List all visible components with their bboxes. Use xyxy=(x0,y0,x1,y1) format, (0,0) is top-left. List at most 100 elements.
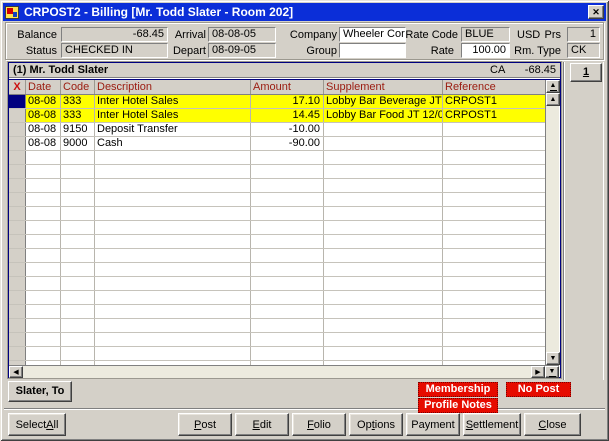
vertical-scroll-track[interactable] xyxy=(546,106,559,352)
table-row[interactable]: 08-08333Inter Hotel Sales14.45Lobby Bar … xyxy=(9,109,545,123)
title-bar: CRPOST2 - Billing [Mr. Todd Slater - Roo… xyxy=(3,3,606,21)
scroll-left-icon[interactable]: ◀ xyxy=(9,366,23,378)
payment-button[interactable]: Payment xyxy=(406,413,460,436)
rm-type-field[interactable]: CK xyxy=(567,43,600,58)
cell-supplement xyxy=(324,305,443,318)
group-field[interactable] xyxy=(339,43,406,58)
cell-date: 08-08 xyxy=(26,123,61,136)
table-row xyxy=(9,347,545,361)
column-header-x: X xyxy=(9,80,26,94)
table-row[interactable]: 08-089000Cash-90.00 xyxy=(9,137,545,151)
cell-description xyxy=(95,235,251,248)
cell-supplement xyxy=(324,137,443,150)
cell-description xyxy=(95,333,251,346)
horizontal-scroll-track[interactable] xyxy=(23,366,531,378)
company-field[interactable]: Wheeler Corp. xyxy=(339,27,406,42)
cell-date xyxy=(26,291,61,304)
cell-description xyxy=(95,179,251,192)
status-field[interactable]: CHECKED IN xyxy=(61,43,168,58)
scroll-bottom-icon[interactable]: ▼ xyxy=(545,366,559,378)
cell-amount xyxy=(251,221,324,234)
cell-amount: -90.00 xyxy=(251,137,324,150)
no-post-badge[interactable]: No Post xyxy=(506,382,571,397)
cell-date xyxy=(26,263,61,276)
scrollbar-corner: ▼ xyxy=(545,365,559,378)
row-select-cell xyxy=(9,151,26,164)
cell-code xyxy=(61,179,95,192)
table-header-row: X Date Code Description Amount Supplemen… xyxy=(9,80,545,95)
table-body: 08-08333Inter Hotel Sales17.10Lobby Bar … xyxy=(9,95,545,365)
row-select-cell xyxy=(9,277,26,290)
guest-bar: (1) Mr. Todd Slater CA -68.45 xyxy=(9,63,560,78)
cell-description xyxy=(95,249,251,262)
folio-window-1-button[interactable]: 1 xyxy=(570,63,602,82)
table-row xyxy=(9,263,545,277)
row-select-cell xyxy=(9,207,26,220)
settlement-button[interactable]: Settlement xyxy=(463,413,521,436)
prs-field[interactable]: 1 xyxy=(567,27,600,42)
row-select-cell[interactable] xyxy=(9,137,26,150)
row-select-cell[interactable] xyxy=(9,95,26,108)
cell-supplement xyxy=(324,347,443,360)
cell-date: 08-08 xyxy=(26,95,61,108)
cell-amount xyxy=(251,347,324,360)
guest-name: (1) Mr. Todd Slater xyxy=(13,63,108,78)
cell-reference xyxy=(443,277,545,290)
post-button[interactable]: Post xyxy=(178,413,232,436)
scroll-up-icon[interactable]: ▲ xyxy=(546,93,560,106)
folio-button[interactable]: Folio xyxy=(292,413,346,436)
cell-supplement xyxy=(324,151,443,164)
cell-date: 08-08 xyxy=(26,137,61,150)
row-select-cell xyxy=(9,319,26,332)
billing-window: CRPOST2 - Billing [Mr. Todd Slater - Roo… xyxy=(0,0,609,441)
close-icon[interactable]: ✕ xyxy=(588,5,604,19)
cell-description xyxy=(95,305,251,318)
row-select-cell xyxy=(9,221,26,234)
table-row xyxy=(9,291,545,305)
row-select-cell[interactable] xyxy=(9,109,26,122)
column-header-description: Description xyxy=(95,80,251,94)
cell-date xyxy=(26,193,61,206)
table-row[interactable]: 08-08333Inter Hotel Sales17.10Lobby Bar … xyxy=(9,95,545,109)
arrival-field[interactable]: 08-08-05 xyxy=(208,27,276,42)
cell-supplement xyxy=(324,207,443,220)
cell-code xyxy=(61,305,95,318)
balance-field[interactable]: -68.45 xyxy=(61,27,168,42)
profile-notes-badge[interactable]: Profile Notes xyxy=(418,398,498,413)
depart-field[interactable]: 08-09-05 xyxy=(208,43,276,58)
cell-date: 08-08 xyxy=(26,109,61,122)
rate-field[interactable]: 100.00 xyxy=(461,43,510,58)
scroll-right-icon[interactable]: ▶ xyxy=(531,366,545,378)
cell-reference xyxy=(443,193,545,206)
column-header-amount: Amount xyxy=(251,80,324,94)
cell-code: 9000 xyxy=(61,137,95,150)
table-row xyxy=(9,333,545,347)
cell-amount xyxy=(251,291,324,304)
table-row[interactable]: 08-089150Deposit Transfer-10.00 xyxy=(9,123,545,137)
scroll-top-icon[interactable]: ▲ xyxy=(546,80,560,93)
vertical-scrollbar[interactable]: ▲ ▲ ▼ xyxy=(545,80,559,365)
close-button[interactable]: Close xyxy=(524,413,581,436)
horizontal-scrollbar[interactable]: ◀ ▶ xyxy=(9,365,545,378)
edit-button[interactable]: Edit xyxy=(235,413,289,436)
rate-code-field[interactable]: BLUE xyxy=(461,27,510,42)
membership-badge[interactable]: Membership xyxy=(418,382,498,397)
table-row xyxy=(9,207,545,221)
cell-amount xyxy=(251,249,324,262)
rm-type-label: Rm. Type xyxy=(513,44,561,58)
cell-date xyxy=(26,151,61,164)
cell-amount xyxy=(251,263,324,276)
row-select-cell[interactable] xyxy=(9,123,26,136)
select-all-button[interactable]: Select All xyxy=(8,413,66,436)
cell-amount xyxy=(251,165,324,178)
row-select-cell xyxy=(9,235,26,248)
depart-label: Depart xyxy=(169,44,206,58)
cell-code xyxy=(61,277,95,290)
cell-reference xyxy=(443,235,545,248)
footer-divider xyxy=(4,408,605,409)
cell-code xyxy=(61,221,95,234)
cell-description xyxy=(95,151,251,164)
scroll-down-icon[interactable]: ▼ xyxy=(546,352,560,365)
options-button[interactable]: Options xyxy=(349,413,403,436)
guest-tab[interactable]: Slater, To xyxy=(8,381,72,402)
